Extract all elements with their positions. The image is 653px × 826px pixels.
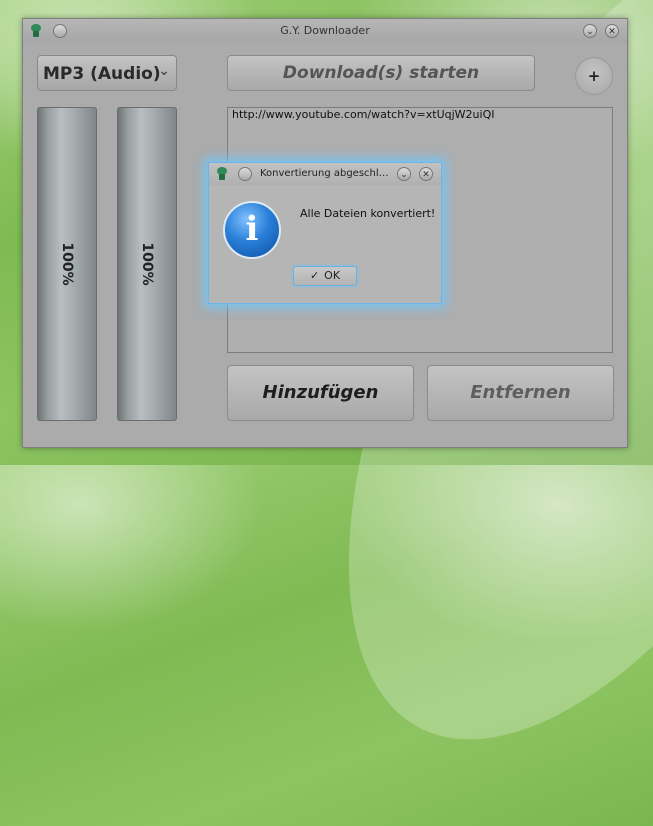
dialog-minimize-button[interactable]: ⌄ bbox=[397, 167, 411, 181]
dialog-message: Alle Dateien konvertiert! bbox=[300, 207, 436, 220]
url-list-item[interactable]: http://www.youtube.com/watch?v=xtUqjW2ui… bbox=[232, 108, 494, 121]
info-glyph: i bbox=[245, 209, 259, 249]
window-titlebar[interactable]: G.Y. Downloader ⌄ ✕ bbox=[23, 19, 627, 43]
dialog-title: Konvertierung abgeschl… bbox=[260, 168, 389, 179]
format-select-value: MP3 (Audio) bbox=[43, 64, 161, 84]
progress-text: 100% bbox=[59, 242, 75, 286]
chevron-down-icon: ⌄ bbox=[158, 63, 170, 79]
progress-text: 100% bbox=[139, 242, 155, 286]
dialog-menu-button[interactable] bbox=[238, 167, 252, 181]
conversion-dialog: Konvertierung abgeschl… ⌄ ✕ i Alle Datei… bbox=[208, 162, 442, 304]
format-select[interactable]: MP3 (Audio) ⌄ bbox=[37, 55, 177, 91]
plus-button[interactable]: + bbox=[575, 57, 613, 95]
app-icon bbox=[217, 167, 227, 180]
add-button[interactable]: Hinzufügen bbox=[227, 365, 414, 421]
dialog-close-button[interactable]: ✕ bbox=[419, 167, 433, 181]
progress-bar-right: 100% bbox=[117, 107, 177, 421]
minimize-button[interactable]: ⌄ bbox=[583, 24, 597, 38]
info-icon: i bbox=[223, 201, 281, 259]
ok-label: OK bbox=[324, 269, 341, 282]
window-title: G.Y. Downloader bbox=[280, 24, 370, 37]
close-button[interactable]: ✕ bbox=[605, 24, 619, 38]
remove-button[interactable]: Entfernen bbox=[427, 365, 614, 421]
dialog-titlebar[interactable]: Konvertierung abgeschl… ⌄ ✕ bbox=[209, 163, 441, 185]
download-start-button[interactable]: Download(s) starten bbox=[227, 55, 535, 91]
progress-bar-left: 100% bbox=[37, 107, 97, 421]
ok-button[interactable]: ✓ OK bbox=[293, 266, 357, 286]
checkmark-icon: ✓ bbox=[309, 269, 320, 282]
